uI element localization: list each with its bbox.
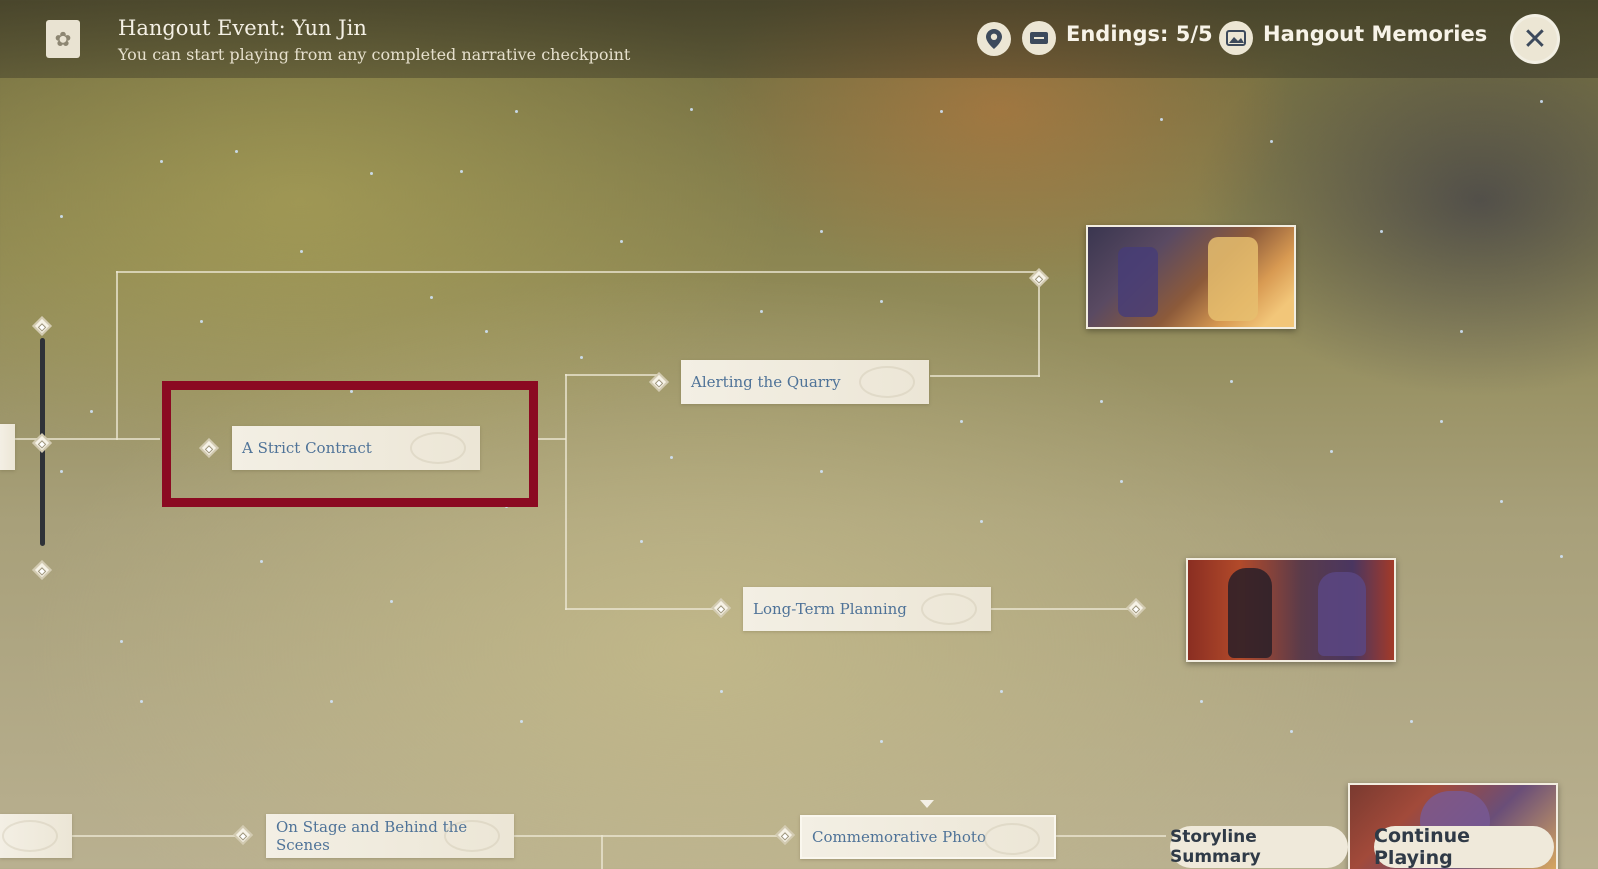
character-figure [1208, 237, 1258, 321]
path-line [601, 835, 603, 869]
node-label: Long-Term Planning [753, 600, 907, 618]
endings-count[interactable]: Endings: 5/5 [1066, 22, 1213, 46]
node-long-term-planning[interactable]: Long-Term Planning [743, 587, 991, 631]
path-line [0, 438, 160, 440]
path-line [72, 835, 244, 837]
page-subtitle: You can start playing from any completed… [118, 45, 631, 64]
node-label: Alerting the Quarry [691, 373, 841, 391]
node-label: A Strict Contract [242, 439, 372, 457]
character-figure [1118, 247, 1158, 317]
character-figure [1228, 568, 1272, 658]
node-on-stage[interactable]: On Stage and Behind the Scenes [266, 814, 514, 858]
ending-thumbnail[interactable] [1086, 225, 1296, 329]
checkpoint-diamond[interactable] [233, 825, 253, 845]
path-line [536, 438, 566, 440]
node-ornament [921, 593, 977, 625]
node-ornament [444, 820, 500, 852]
photo-icon[interactable] [1219, 21, 1253, 55]
node-alerting-the-quarry[interactable]: Alerting the Quarry [681, 360, 929, 404]
path-line [565, 374, 567, 610]
partial-node[interactable] [0, 424, 15, 470]
hangout-memories-button[interactable]: Hangout Memories [1263, 22, 1487, 46]
continue-playing-button[interactable]: Continue Playing [1374, 825, 1554, 869]
path-line [514, 835, 784, 837]
path-line [565, 374, 657, 376]
path-line [990, 608, 1140, 610]
checkpoint-diamond[interactable] [711, 598, 731, 618]
ending-diamond[interactable] [1126, 598, 1146, 618]
path-line [930, 375, 1040, 377]
node-ornament [410, 432, 466, 464]
path-line [1056, 835, 1166, 837]
path-line [565, 608, 717, 610]
partial-node[interactable] [0, 814, 72, 858]
checkpoint-diamond[interactable] [775, 825, 795, 845]
character-figure [1318, 572, 1366, 656]
current-marker-icon [920, 800, 934, 808]
zoom-in-icon[interactable] [32, 316, 52, 336]
storyline-summary-button[interactable]: Storyline Summary [1170, 826, 1348, 868]
zoom-slider-handle[interactable] [32, 433, 52, 453]
node-ornament [984, 823, 1040, 855]
node-ornament [2, 820, 58, 852]
map-pin-icon[interactable] [977, 22, 1011, 56]
path-line [116, 271, 1040, 273]
close-icon[interactable]: ✕ [1510, 14, 1560, 64]
path-line [116, 271, 118, 440]
node-label: Commemorative Photo [812, 828, 986, 846]
page-title: Hangout Event: Yun Jin [118, 16, 367, 40]
node-commemorative-photo[interactable]: Commemorative Photo [800, 815, 1056, 859]
node-a-strict-contract[interactable]: A Strict Contract [232, 426, 480, 470]
ending-thumbnail[interactable] [1186, 558, 1396, 662]
endings-icon[interactable] [1022, 21, 1056, 55]
zoom-out-icon[interactable] [32, 560, 52, 580]
scroll-icon: ✿ [46, 20, 80, 58]
header-bar: ✿ Hangout Event: Yun Jin You can start p… [0, 0, 1598, 78]
node-ornament [859, 366, 915, 398]
